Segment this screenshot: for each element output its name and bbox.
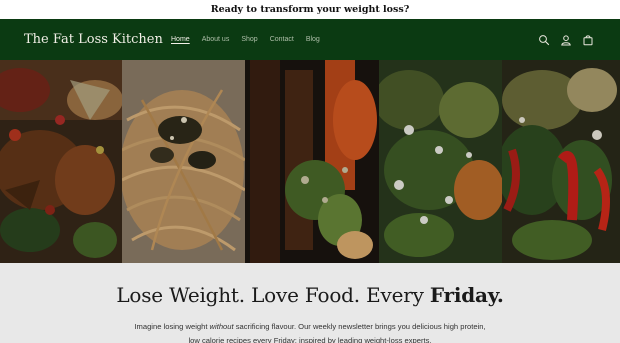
nav-blog[interactable]: Blog bbox=[306, 36, 320, 43]
newsletter-promo: Lose Weight. Love Food. Every Friday. Im… bbox=[0, 263, 620, 343]
announcement-bar: Ready to transform your weight loss? bbox=[0, 0, 620, 19]
paragraph-start: Imagine losing weight bbox=[134, 322, 210, 331]
nav-home[interactable]: Home bbox=[171, 36, 190, 43]
promo-headline: Lose Weight. Love Food. Every Friday. bbox=[0, 283, 620, 307]
announcement-text: Ready to transform your weight loss? bbox=[210, 4, 410, 15]
headline-emphasis: Friday. bbox=[429, 283, 504, 307]
main-nav: Home About us Shop Contact Blog bbox=[171, 19, 332, 60]
food-image-stirfry bbox=[245, 60, 379, 263]
brand-logo-text[interactable]: The Fat Loss Kitchen bbox=[24, 19, 163, 60]
food-image-broccoli-salad bbox=[379, 60, 502, 263]
food-image-spiced-chicken bbox=[0, 60, 122, 263]
header-icons bbox=[528, 19, 594, 60]
search-icon[interactable] bbox=[538, 34, 550, 46]
hero-image-strip bbox=[0, 60, 620, 263]
food-image-noodles bbox=[122, 60, 245, 263]
nav-about-us[interactable]: About us bbox=[202, 36, 230, 43]
cart-icon[interactable] bbox=[582, 34, 594, 46]
food-image-pepper-salad bbox=[502, 60, 620, 263]
paragraph-rest: sacrificing flavour. Our weekly newslett… bbox=[188, 322, 486, 343]
account-icon[interactable] bbox=[560, 34, 572, 46]
promo-paragraph: Imagine losing weight without sacrificin… bbox=[130, 320, 490, 343]
site-header: The Fat Loss Kitchen Home About us Shop … bbox=[0, 19, 620, 60]
nav-contact[interactable]: Contact bbox=[270, 36, 294, 43]
nav-shop[interactable]: Shop bbox=[241, 36, 257, 43]
headline-prefix: Lose Weight. Love Food. Every bbox=[116, 283, 430, 307]
paragraph-emphasis: without bbox=[209, 322, 234, 331]
